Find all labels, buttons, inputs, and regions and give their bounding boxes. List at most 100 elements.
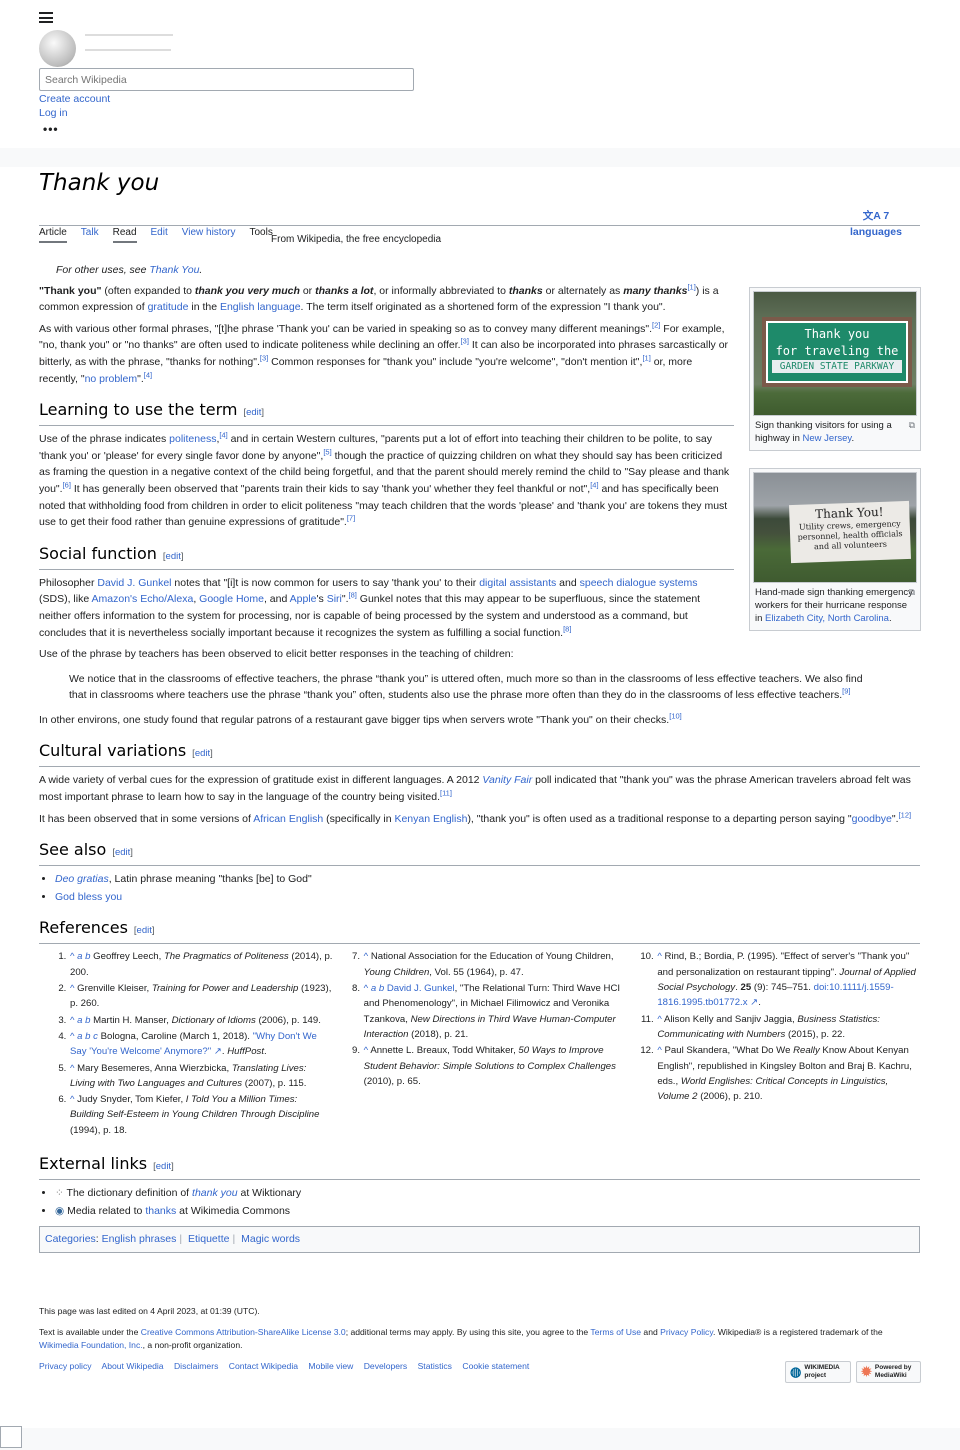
text-run: or <box>299 284 316 297</box>
edit-section-link[interactable]: edit <box>156 1161 171 1172</box>
inline-link[interactable]: David J. Gunkel <box>97 577 171 589</box>
article-content: For other uses, see Thank You. "Thank yo… <box>39 262 920 1253</box>
footer-link-cookie[interactable]: Cookie statement <box>462 1361 529 1371</box>
citation-link[interactable]: [11] <box>440 789 452 798</box>
citation-link[interactable]: [12] <box>899 810 912 819</box>
tab-article[interactable]: Article <box>39 227 67 243</box>
citation-link[interactable]: [8] <box>349 591 357 600</box>
text-run: Philosopher <box>39 576 98 589</box>
inline-link[interactable]: politeness <box>169 433 216 445</box>
inline-link[interactable]: Apple <box>290 593 317 605</box>
inline-link[interactable]: ^ <box>364 983 371 994</box>
section-heading-see-also: See also [edit] <box>39 839 920 867</box>
tab-edit[interactable]: Edit <box>151 227 168 243</box>
inline-link[interactable]: David J. Gunkel <box>387 983 455 994</box>
wikipedia-logo[interactable] <box>39 30 76 67</box>
main-menu-button[interactable] <box>39 12 53 23</box>
inline-link[interactable]: Wikimedia Foundation, Inc. <box>39 1340 143 1350</box>
mediawiki-badge[interactable]: ✹ Powered by MediaWiki <box>856 1361 921 1383</box>
inline-link[interactable]: Siri <box>327 593 342 605</box>
see-also-list: Deo gratias, Latin phrase meaning "thank… <box>55 871 920 905</box>
citation-link[interactable]: [1] <box>687 282 695 291</box>
edit-section-link[interactable]: edit <box>246 407 261 418</box>
inline-link[interactable]: goodbye <box>852 813 892 825</box>
tab-read[interactable]: Read <box>112 227 137 243</box>
footer-link-statistics[interactable]: Statistics <box>418 1361 452 1371</box>
inline-link[interactable]: Google Home <box>199 593 264 605</box>
citation-link[interactable]: [7] <box>347 514 355 523</box>
edit-section-link[interactable]: edit <box>166 551 181 562</box>
edit-section-link[interactable]: edit <box>195 748 210 759</box>
log-in-link[interactable]: Log in <box>39 107 68 119</box>
footer-link-contact[interactable]: Contact Wikipedia <box>229 1361 298 1371</box>
inline-link[interactable]: Thank You <box>149 264 199 276</box>
tab-tools[interactable]: Tools <box>249 227 272 243</box>
citation-link[interactable]: [4] <box>144 370 152 379</box>
inline-link[interactable]: thank you <box>192 1187 238 1199</box>
inline-link[interactable]: African English <box>253 813 323 825</box>
mediawiki-logo-icon: ✹ <box>861 1364 872 1379</box>
citation-link[interactable]: [8] <box>563 624 571 633</box>
inline-link[interactable]: Deo gratias <box>55 873 109 885</box>
categories-link[interactable]: Categories <box>45 1233 96 1245</box>
text-run: (2006), p. 149. <box>255 1014 321 1026</box>
inline-link[interactable]: God bless you <box>55 891 122 903</box>
list-item: Deo gratias, Latin phrase meaning "thank… <box>55 871 920 888</box>
footer-link-developers[interactable]: Developers <box>364 1361 407 1371</box>
citation-link[interactable]: [4] <box>219 431 227 440</box>
text-run: HuffPost <box>227 1046 264 1058</box>
category-link[interactable]: English phrases <box>102 1233 177 1245</box>
search-input[interactable] <box>39 68 414 91</box>
footer-link-mobile[interactable]: Mobile view <box>308 1361 353 1371</box>
inline-link[interactable]: speech dialogue systems <box>580 577 698 589</box>
inline-link[interactable]: Vanity Fair <box>482 774 532 786</box>
inline-link[interactable]: a b <box>371 983 384 994</box>
citation-link[interactable]: [5] <box>323 447 331 456</box>
footer-link-privacy[interactable]: Privacy policy <box>39 1361 92 1371</box>
paragraph: Philosopher David J. Gunkel notes that "… <box>39 575 729 641</box>
category-link[interactable]: Magic words <box>241 1233 300 1245</box>
text-run: , and <box>263 593 290 606</box>
more-options-button[interactable]: ••• <box>43 122 59 136</box>
language-button[interactable]: 文A 7 languages <box>850 208 902 240</box>
text-run: ". <box>341 593 349 606</box>
inline-link[interactable]: thanks <box>145 1205 176 1217</box>
wikimedia-badge[interactable]: ◍ WIKIMEDIA project <box>785 1361 851 1383</box>
inline-link[interactable]: a b <box>77 1015 90 1026</box>
citation-link[interactable]: [1] <box>642 353 650 362</box>
text-run: Annette L. Breaux, Todd Whitaker, <box>368 1045 519 1057</box>
footer-link-disclaimers[interactable]: Disclaimers <box>174 1361 218 1371</box>
category-link[interactable]: Etiquette <box>188 1233 229 1245</box>
inline-link[interactable]: Kenyan English <box>394 813 467 825</box>
citation-link[interactable]: [6] <box>63 480 71 489</box>
edit-section-link[interactable]: edit <box>115 847 130 858</box>
text-run: at Wiktionary <box>237 1187 302 1199</box>
create-account-link[interactable]: Create account <box>39 93 110 105</box>
inline-link[interactable]: Amazon's Echo/Alexa <box>92 593 194 605</box>
lead-paragraph: "Thank you" (often expanded to thank you… <box>39 283 734 316</box>
inline-link[interactable]: Terms of Use <box>590 1327 641 1337</box>
citation-link[interactable]: [3] <box>461 337 469 346</box>
edit-section-link[interactable]: edit <box>137 925 152 936</box>
corner-widget[interactable] <box>0 1426 22 1448</box>
inline-link[interactable]: no problem <box>85 373 138 385</box>
tab-view-history[interactable]: View history <box>182 227 236 243</box>
inline-link[interactable]: Creative Commons Attribution-ShareAlike … <box>141 1327 346 1337</box>
badge-text: WIKIMEDIA project <box>804 1364 840 1379</box>
text-run: Media related to <box>67 1204 146 1217</box>
translate-icon: 文A <box>862 210 881 222</box>
inline-link[interactable]: digital assistants <box>479 577 556 589</box>
citation-link[interactable]: [4] <box>590 480 598 489</box>
inline-link[interactable]: Privacy Policy <box>660 1327 713 1337</box>
citation-link[interactable]: [10] <box>669 711 682 720</box>
inline-link[interactable]: a b c <box>77 1031 98 1042</box>
inline-link[interactable]: a b <box>77 951 90 962</box>
citation-link[interactable]: [3] <box>260 353 268 362</box>
citation-link[interactable]: [9] <box>842 687 850 696</box>
tab-talk[interactable]: Talk <box>81 227 99 243</box>
inline-link[interactable]: gratitude <box>148 301 189 313</box>
footer-link-about[interactable]: About Wikipedia <box>101 1361 163 1371</box>
inline-link[interactable]: English language <box>220 301 301 313</box>
text-run: thanks a lot <box>315 284 374 297</box>
text-run: The dictionary definition of <box>66 1187 193 1199</box>
